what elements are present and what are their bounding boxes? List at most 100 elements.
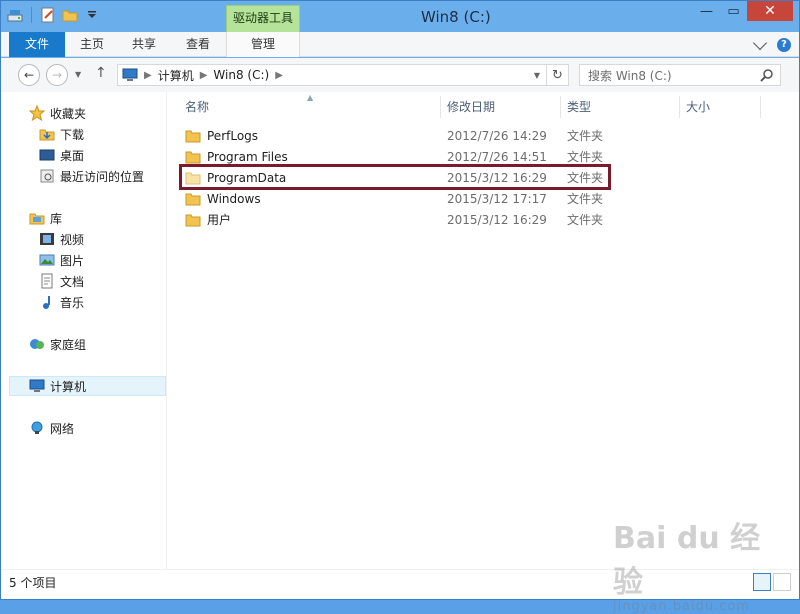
folder-icon bbox=[185, 151, 201, 163]
computer-icon bbox=[122, 68, 138, 81]
address-dropdown-icon[interactable]: ▼ bbox=[528, 65, 546, 85]
status-bar: 5 个项目 bbox=[1, 569, 799, 599]
search-input[interactable]: 搜索 Win8 (C:) bbox=[579, 64, 781, 86]
title-bar: 驱动器工具 Win8 (C:) — ▭ ✕ bbox=[1, 1, 799, 32]
file-name: PerfLogs bbox=[207, 128, 259, 143]
table-row[interactable]: Program Files 2012/7/26 14:51 文件夹 bbox=[177, 146, 779, 167]
sidebar-item-computer[interactable]: 计算机 bbox=[9, 376, 166, 396]
minimize-button[interactable]: — bbox=[693, 1, 720, 21]
large-icons-view-icon[interactable] bbox=[773, 573, 791, 591]
star-icon bbox=[29, 105, 45, 121]
refresh-icon[interactable]: ↻ bbox=[546, 65, 568, 85]
file-type: 文件夹 bbox=[567, 129, 604, 143]
pictures-icon bbox=[39, 254, 55, 266]
new-folder-icon[interactable] bbox=[62, 7, 78, 23]
address-bar[interactable]: ▶ 计算机 ▶ Win8 (C:) ▶ ▼ ↻ bbox=[117, 64, 569, 86]
sidebar-item-libraries[interactable]: 库 bbox=[29, 208, 62, 228]
sidebar-item-label: 计算机 bbox=[50, 379, 87, 394]
desktop-icon bbox=[39, 149, 55, 161]
column-header-name[interactable]: 名称 bbox=[185, 97, 209, 117]
sidebar-item-favorites[interactable]: 收藏夹 bbox=[29, 103, 86, 123]
search-icon[interactable] bbox=[760, 68, 774, 82]
table-row[interactable]: 用户 2015/3/12 16:29 文件夹 bbox=[177, 209, 779, 230]
column-divider[interactable] bbox=[679, 96, 680, 118]
breadcrumb-separator-icon[interactable]: ▶ bbox=[275, 70, 283, 81]
tab-home[interactable]: 主页 bbox=[67, 32, 117, 57]
music-icon bbox=[43, 296, 50, 309]
forward-arrow-icon: → bbox=[51, 68, 63, 82]
expand-ribbon-icon[interactable] bbox=[752, 35, 768, 51]
close-icon: ✕ bbox=[764, 3, 776, 19]
hidden-folder-icon bbox=[185, 172, 201, 184]
sidebar-item-label: 图片 bbox=[60, 253, 85, 268]
column-header-type[interactable]: 类型 bbox=[567, 97, 591, 117]
tab-manage[interactable]: 管理 bbox=[226, 32, 300, 57]
sidebar-item-label: 最近访问的位置 bbox=[60, 169, 145, 184]
customize-toolbar-icon[interactable] bbox=[84, 7, 100, 23]
folder-icon bbox=[185, 130, 201, 142]
column-divider[interactable] bbox=[560, 96, 561, 118]
drive-tools-context-label: 驱动器工具 bbox=[226, 5, 300, 32]
drive-icon[interactable] bbox=[7, 7, 23, 23]
downloads-folder-icon bbox=[39, 129, 55, 141]
navigation-bar: ← → ▼ ↑ ▶ 计算机 ▶ Win8 (C:) ▶ ▼ ↻ 搜索 Win8 … bbox=[1, 58, 799, 92]
ribbon-tabs: 文件 主页 共享 查看 管理 ? bbox=[1, 32, 799, 57]
file-date: 2015/3/12 16:29 bbox=[447, 170, 547, 185]
maximize-button[interactable]: ▭ bbox=[720, 1, 747, 21]
breadcrumb-computer[interactable]: 计算机 bbox=[158, 67, 194, 84]
libraries-icon bbox=[29, 213, 45, 225]
sort-ascending-icon: ▲ bbox=[307, 93, 314, 102]
sidebar-item-label: 收藏夹 bbox=[50, 106, 87, 121]
toolbar-divider bbox=[31, 7, 32, 23]
maximize-icon: ▭ bbox=[727, 3, 740, 19]
help-icon[interactable]: ? bbox=[777, 38, 791, 52]
video-icon bbox=[40, 233, 54, 245]
column-header-size[interactable]: 大小 bbox=[686, 97, 710, 117]
column-header-date[interactable]: 修改日期 bbox=[447, 97, 495, 117]
file-date: 2015/3/12 17:17 bbox=[447, 191, 547, 206]
minimize-icon: — bbox=[700, 3, 713, 19]
properties-icon[interactable] bbox=[40, 7, 56, 23]
file-name: ProgramData bbox=[207, 170, 287, 185]
close-button[interactable]: ✕ bbox=[747, 1, 793, 21]
file-name: Windows bbox=[207, 191, 261, 206]
sidebar-item-downloads[interactable]: 下载 bbox=[39, 124, 84, 144]
window-controls: — ▭ ✕ bbox=[693, 1, 793, 21]
sidebar-item-music[interactable]: 音乐 bbox=[39, 292, 84, 312]
sidebar-item-recent-places[interactable]: 最近访问的位置 bbox=[39, 166, 144, 186]
sidebar-item-label: 库 bbox=[50, 211, 63, 226]
file-date: 2012/7/26 14:51 bbox=[447, 149, 547, 164]
file-name: 用户 bbox=[207, 213, 232, 227]
file-date: 2015/3/12 16:29 bbox=[447, 212, 547, 227]
tab-file[interactable]: 文件 bbox=[9, 32, 65, 57]
sidebar-item-videos[interactable]: 视频 bbox=[39, 229, 84, 249]
sidebar-item-network[interactable]: 网络 bbox=[29, 418, 74, 438]
back-arrow-icon: ← bbox=[23, 68, 35, 82]
table-row[interactable]: PerfLogs 2012/7/26 14:29 文件夹 bbox=[177, 125, 779, 146]
search-placeholder: 搜索 Win8 (C:) bbox=[588, 68, 672, 83]
table-row[interactable]: Windows 2015/3/12 17:17 文件夹 bbox=[177, 188, 779, 209]
file-type: 文件夹 bbox=[567, 150, 604, 164]
column-divider[interactable] bbox=[760, 96, 761, 118]
tab-share[interactable]: 共享 bbox=[119, 32, 169, 57]
sidebar-item-pictures[interactable]: 图片 bbox=[39, 250, 84, 270]
sidebar-item-label: 文档 bbox=[60, 274, 85, 289]
file-date: 2012/7/26 14:29 bbox=[447, 128, 547, 143]
sidebar-item-desktop[interactable]: 桌面 bbox=[39, 145, 84, 165]
back-button[interactable]: ← bbox=[18, 64, 40, 86]
file-type: 文件夹 bbox=[567, 171, 604, 185]
sidebar-item-documents[interactable]: 文档 bbox=[39, 271, 84, 291]
forward-button[interactable]: → bbox=[46, 64, 68, 86]
table-row[interactable]: ProgramData 2015/3/12 16:29 文件夹 bbox=[177, 167, 779, 188]
breadcrumb-separator-icon[interactable]: ▶ bbox=[144, 70, 152, 81]
ribbon-right-controls: ? bbox=[752, 35, 791, 52]
sidebar-item-homegroup[interactable]: 家庭组 bbox=[29, 334, 86, 354]
column-divider[interactable] bbox=[440, 96, 441, 118]
up-arrow-icon[interactable]: ↑ bbox=[95, 65, 107, 81]
documents-icon bbox=[41, 273, 53, 289]
recent-locations-chevron-icon[interactable]: ▼ bbox=[75, 70, 81, 79]
details-view-icon[interactable] bbox=[753, 573, 771, 591]
breadcrumb-separator-icon[interactable]: ▶ bbox=[200, 70, 208, 81]
tab-view[interactable]: 查看 bbox=[171, 32, 225, 57]
breadcrumb-drive[interactable]: Win8 (C:) bbox=[213, 68, 269, 82]
